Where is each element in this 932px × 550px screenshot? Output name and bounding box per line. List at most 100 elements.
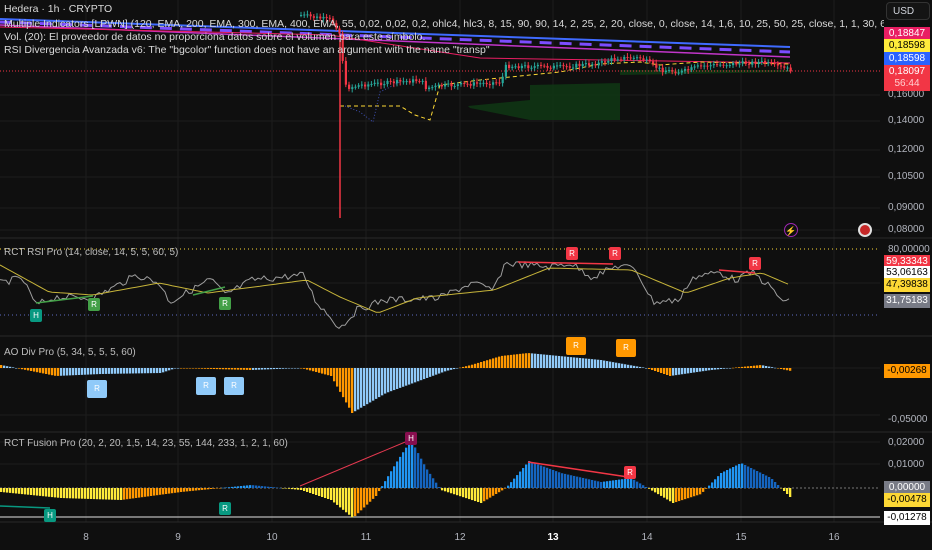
ao-bar xyxy=(219,368,222,370)
fusion-bar xyxy=(666,488,669,500)
candle xyxy=(306,14,309,16)
price-axis-label: 0,12000 xyxy=(888,144,925,155)
price-value-tag: 0,18598 xyxy=(884,39,930,53)
legend-volume[interactable]: Vol. (20): El proveedor de datos no prop… xyxy=(4,31,425,44)
fusion-bar xyxy=(219,488,222,489)
fusion-bar xyxy=(537,464,540,488)
legend-rsi-divergence[interactable]: RSI Divergencia Avanzada v6: The "bgcolo… xyxy=(4,44,490,57)
fusion-bar xyxy=(123,488,126,500)
ao-bar xyxy=(297,368,300,369)
candle xyxy=(572,67,575,69)
fusion-bar xyxy=(360,488,363,511)
fusion-bar xyxy=(612,480,615,488)
candle xyxy=(629,57,632,59)
fusion-bar xyxy=(381,486,384,488)
ao-bar xyxy=(522,353,525,368)
candle xyxy=(556,65,559,67)
ao-bar xyxy=(657,368,660,372)
fusion-bar xyxy=(456,488,459,496)
fusion-bar xyxy=(357,488,360,514)
ao-bar xyxy=(429,368,432,377)
candle xyxy=(418,81,421,83)
fusion-bar xyxy=(156,488,159,496)
price-axis-label: 0,09000 xyxy=(888,202,925,213)
candle xyxy=(440,84,443,87)
fusion-bar xyxy=(615,480,618,488)
fusion-bar xyxy=(330,488,333,500)
fusion-bar xyxy=(174,488,177,493)
fusion-bar xyxy=(732,467,735,488)
ao-bar xyxy=(384,368,387,394)
ao-pane-label[interactable]: AO Div Pro (5, 34, 5, 5, 5, 60) xyxy=(4,347,136,358)
fusion-value-tag: -0,00478 xyxy=(884,493,930,507)
candle xyxy=(549,67,552,69)
ao-bar xyxy=(90,368,93,375)
candle xyxy=(463,82,466,84)
candle xyxy=(584,63,587,65)
candle xyxy=(453,85,456,87)
fusion-bar xyxy=(315,488,318,495)
ao-bar xyxy=(756,365,759,368)
candle xyxy=(447,83,450,85)
ao-bar xyxy=(597,359,600,368)
ao-bar xyxy=(633,365,636,368)
ao-bar xyxy=(399,368,402,388)
us-flag-icon[interactable] xyxy=(858,223,872,237)
time-axis-label: 9 xyxy=(175,532,181,543)
candle xyxy=(684,69,687,71)
currency-button[interactable]: USD xyxy=(886,2,930,20)
fusion-bar xyxy=(3,488,6,493)
fusion-div-line xyxy=(0,505,51,509)
ao-bar xyxy=(591,359,594,368)
rsi-pane-label[interactable]: RCT RSI Pro (14, close, 14, 5, 5, 60, 5) xyxy=(4,247,178,258)
candle xyxy=(725,65,728,67)
ao-bar xyxy=(615,362,618,368)
ao-bar xyxy=(312,368,315,372)
fusion-bar xyxy=(252,485,255,488)
lightning-icon[interactable]: ⚡ xyxy=(784,223,798,237)
ao-bar xyxy=(762,365,765,368)
ao-bar xyxy=(660,368,663,373)
candle xyxy=(408,81,411,83)
fusion-pane-label[interactable]: RCT Fusion Pro (20, 2, 20, 1,5, 14, 23, … xyxy=(4,438,288,449)
fusion-bar xyxy=(705,488,708,489)
candle xyxy=(543,65,546,67)
ao-bar xyxy=(588,358,591,368)
fusion-bar xyxy=(462,488,465,498)
candle xyxy=(626,56,629,58)
fusion-bar xyxy=(270,487,273,488)
fusion-bar xyxy=(636,481,639,488)
legend-multiple-indicators[interactable]: Multiple Indicators [LPWN] (120, EMA, 20… xyxy=(4,18,884,31)
candle xyxy=(610,58,613,62)
candle xyxy=(396,80,399,84)
ao-bar xyxy=(714,368,717,370)
candle xyxy=(687,69,690,71)
fusion-bar xyxy=(591,479,594,488)
fusion-bar xyxy=(510,482,513,488)
ao-bar xyxy=(435,368,438,375)
ao-bar xyxy=(69,368,72,376)
time-axis-label: 10 xyxy=(266,532,278,543)
fusion-bar xyxy=(78,488,81,499)
ao-bar xyxy=(318,368,321,373)
chart-canvas[interactable] xyxy=(0,0,932,550)
fusion-bar xyxy=(255,485,258,488)
fusion-bar xyxy=(525,464,528,488)
fusion-bar xyxy=(420,458,423,488)
fusion-bar xyxy=(105,488,108,500)
fusion-bar xyxy=(675,488,678,503)
ao-bar xyxy=(780,368,783,369)
fusion-bar xyxy=(516,475,519,488)
ao-bar xyxy=(279,368,282,369)
ao-bar xyxy=(60,368,63,376)
ao-bar xyxy=(759,365,762,368)
candle xyxy=(613,58,616,60)
fusion-bar xyxy=(60,488,63,498)
fusion-bar xyxy=(768,477,771,488)
ao-bar xyxy=(255,368,258,370)
fusion-bar xyxy=(354,488,357,517)
ao-bar xyxy=(330,368,333,376)
fusion-bar xyxy=(738,464,741,488)
fusion-bar xyxy=(447,488,450,493)
candle xyxy=(428,87,431,90)
